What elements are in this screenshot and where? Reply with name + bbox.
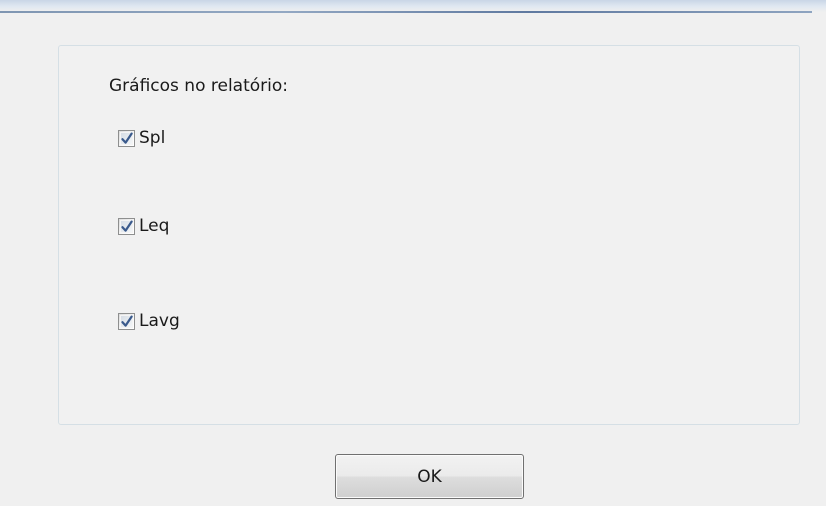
check-mark-icon [121,132,133,144]
check-mark-icon [121,220,133,232]
graphs-in-report-label: Gráficos no relatório: [109,76,288,96]
checkbox-spl-label: Spl [139,128,166,148]
checkbox-lavg-label: Lavg [139,311,180,331]
checkbox-spl[interactable]: Spl [118,127,165,149]
checkbox-leq-box[interactable] [118,217,135,235]
checkbox-lavg-box[interactable] [118,312,135,330]
window-title-edge-line [0,11,812,13]
ok-button[interactable]: OK [335,454,524,499]
checkbox-leq[interactable]: Leq [118,215,169,237]
checkbox-leq-label: Leq [139,216,170,236]
checkbox-spl-box[interactable] [118,129,135,147]
checkbox-lavg[interactable]: Lavg [118,310,180,332]
check-mark-icon [121,315,133,327]
